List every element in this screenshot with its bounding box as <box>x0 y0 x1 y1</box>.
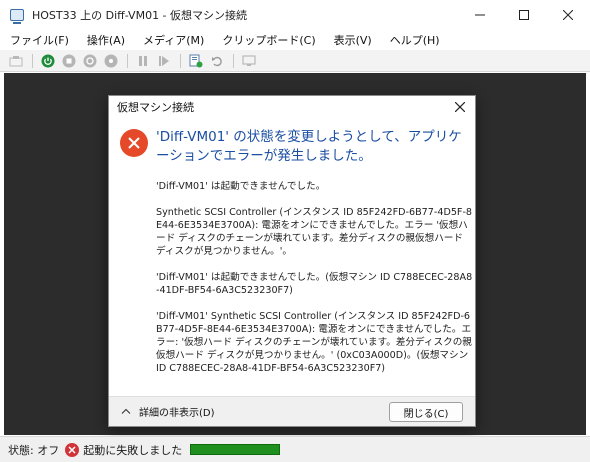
window-title: HOST33 上の Diff-VM01 - 仮想マシン接続 <box>32 9 248 22</box>
checkpoint-button[interactable] <box>186 52 206 70</box>
window-controls <box>458 0 590 30</box>
ctrl-alt-del-icon <box>9 55 23 66</box>
dialog-footer: 詳細の非表示(D) 閉じる(C) <box>109 396 475 426</box>
toolbar-separator <box>233 53 234 68</box>
enhanced-session-button[interactable] <box>239 52 259 70</box>
close-icon <box>455 102 465 112</box>
status-bar: 状態: オフ 起動に失敗しました <box>0 436 590 462</box>
progress-bar <box>190 444 281 455</box>
revert-button[interactable] <box>207 52 227 70</box>
dialog-heading: 'Diff-VM01' の状態を変更しようとして、アプリケーションでエラーが発生… <box>156 129 462 164</box>
toolbar-separator <box>127 53 128 68</box>
ctrl-alt-del-button[interactable] <box>6 52 26 70</box>
start-icon <box>41 54 55 67</box>
enhanced-session-icon <box>242 54 256 66</box>
checkpoint-icon <box>189 54 203 67</box>
error-message: 'Diff-VM01' Synthetic SCSI Controller (イ… <box>156 311 472 374</box>
shut-down-icon <box>83 54 97 67</box>
dialog-close-button[interactable] <box>451 98 469 116</box>
start-button[interactable] <box>38 52 58 70</box>
menu-bar: ファイル(F) 操作(A) メディア(M) クリップボード(C) 表示(V) ヘ… <box>0 30 590 50</box>
dialog-body: 'Diff-VM01' は起動できませんでした。 Synthetic SCSI … <box>156 180 474 388</box>
maximize-button[interactable] <box>502 0 546 30</box>
minimize-button[interactable] <box>458 0 502 30</box>
reset-icon <box>159 55 169 66</box>
maximize-icon <box>519 10 529 20</box>
error-status-icon <box>65 442 80 457</box>
turn-off-button[interactable] <box>59 52 79 70</box>
menu-media[interactable]: メディア(M) <box>143 32 204 48</box>
turn-off-icon <box>62 54 76 67</box>
toolbar <box>0 50 590 72</box>
pause-icon <box>139 55 147 66</box>
toolbar-separator <box>180 53 181 68</box>
menu-action[interactable]: 操作(A) <box>87 32 125 48</box>
error-icon <box>120 129 148 157</box>
error-message: 'Diff-VM01' は起動できませんでした。 <box>156 181 326 192</box>
error-message: Synthetic SCSI Controller (インスタンス ID 85F… <box>156 207 473 257</box>
reset-button[interactable] <box>154 52 174 70</box>
close-icon <box>563 10 573 20</box>
revert-icon <box>212 56 222 66</box>
details-toggle-label: 詳細の非表示(D) <box>139 408 215 419</box>
error-dialog: 仮想マシン接続 'Diff-VM01' の状態を変更しようとして、アプリケーショ… <box>108 95 476 427</box>
error-cross-glyph <box>68 445 76 454</box>
error-cross-glyph <box>128 137 140 149</box>
error-message: 'Diff-VM01' は起動できませんでした。(仮想マシン ID C788EC… <box>156 272 473 296</box>
minimize-icon <box>475 14 485 16</box>
dialog-title: 仮想マシン接続 <box>117 101 194 114</box>
menu-view[interactable]: 表示(V) <box>334 32 372 48</box>
vm-connect-icon <box>10 9 24 24</box>
window-close-button[interactable] <box>546 0 590 30</box>
status-message: 起動に失敗しました <box>83 443 183 457</box>
dialog-close-action-button[interactable]: 閉じる(C) <box>389 402 463 422</box>
menu-file[interactable]: ファイル(F) <box>10 32 69 48</box>
hide-details-toggle[interactable]: 詳細の非表示(D) <box>121 404 215 419</box>
chevron-up-icon <box>121 406 131 417</box>
shut-down-button[interactable] <box>80 52 100 70</box>
menu-help[interactable]: ヘルプ(H) <box>390 32 440 48</box>
pause-button[interactable] <box>133 52 153 70</box>
menu-clipboard[interactable]: クリップボード(C) <box>222 32 315 48</box>
save-icon <box>104 54 118 67</box>
title-bar: HOST33 上の Diff-VM01 - 仮想マシン接続 <box>0 0 590 30</box>
vm-state-label: 状態: オフ <box>8 443 60 457</box>
save-button[interactable] <box>101 52 121 70</box>
toolbar-separator <box>32 53 33 68</box>
